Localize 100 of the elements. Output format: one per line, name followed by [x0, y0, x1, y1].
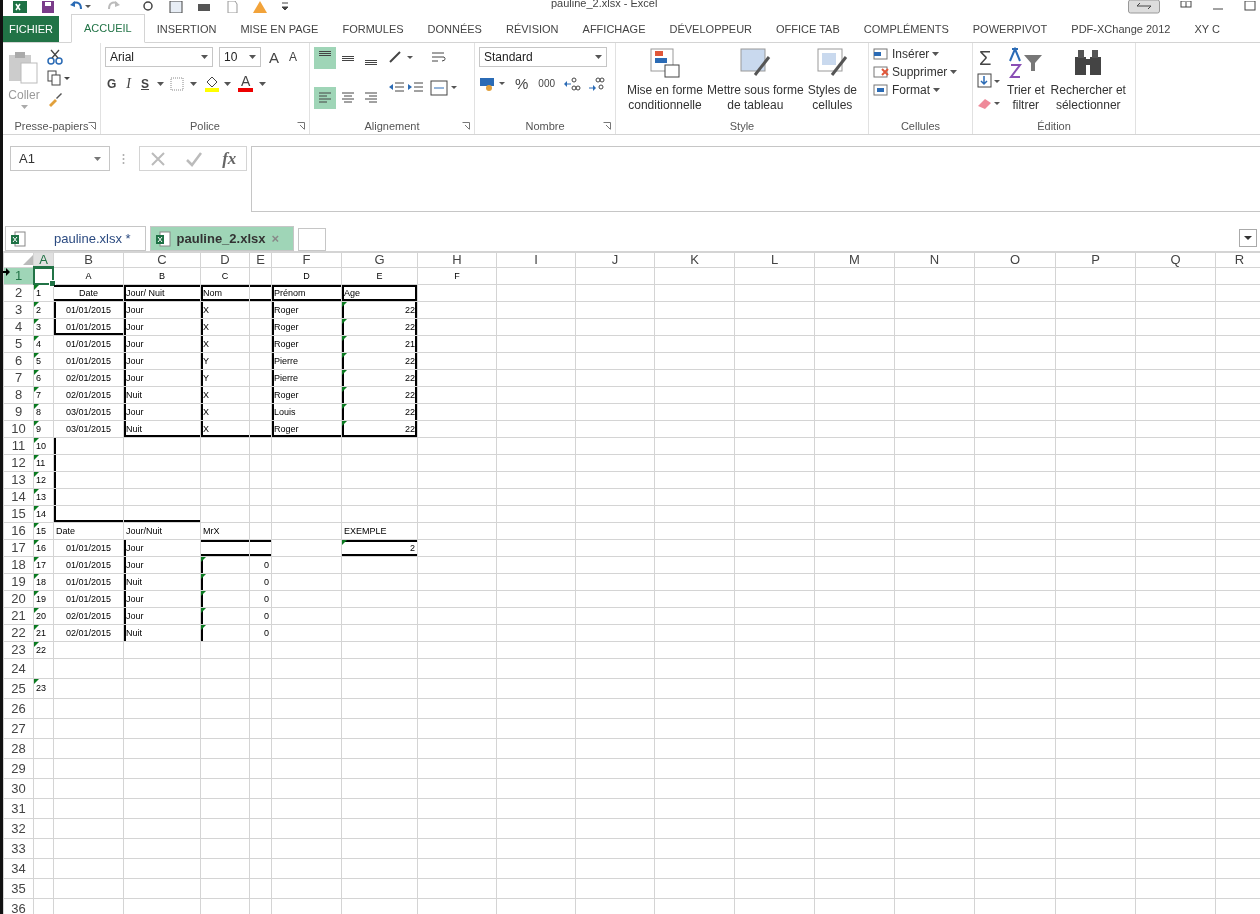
launcher-icon[interactable]: [462, 122, 470, 130]
column-header[interactable]: J: [575, 252, 655, 267]
merge-icon[interactable]: [430, 80, 458, 96]
column-header[interactable]: C: [123, 252, 201, 267]
print-icon[interactable]: [197, 1, 211, 13]
column-header[interactable]: N: [894, 252, 975, 267]
increase-decimal-icon[interactable]: [563, 75, 582, 92]
font-size-dropdown[interactable]: 10: [219, 47, 261, 67]
cell-text: Roger: [274, 321, 299, 332]
ribbon-tab[interactable]: XY C: [1182, 16, 1232, 42]
row-header[interactable]: 25: [3, 678, 34, 698]
scissors-icon[interactable]: [47, 49, 63, 65]
italic-button[interactable]: I: [124, 75, 133, 92]
caret-icon[interactable]: [259, 81, 267, 86]
percent-button[interactable]: %: [513, 75, 531, 92]
dropdown-icon[interactable]: [1239, 229, 1257, 247]
ribbon-tab[interactable]: DONNÉES: [415, 16, 494, 42]
row-header[interactable]: 24: [3, 658, 34, 678]
row-header[interactable]: 31: [3, 798, 34, 818]
column-header[interactable]: B: [53, 252, 124, 267]
font-color-button[interactable]: A: [238, 75, 254, 92]
grow-font-button[interactable]: A: [267, 48, 281, 66]
column-header[interactable]: D: [200, 252, 250, 267]
row-header[interactable]: 29: [3, 758, 34, 778]
row-header[interactable]: 34: [3, 858, 34, 878]
save-icon[interactable]: [41, 1, 55, 13]
launcher-icon[interactable]: [297, 122, 305, 130]
launcher-icon[interactable]: [603, 122, 611, 130]
ribbon-tab[interactable]: PDF-XChange 2012: [1059, 16, 1183, 42]
check-icon[interactable]: [184, 150, 203, 167]
currency-icon[interactable]: [479, 75, 507, 92]
insert-function-button[interactable]: fx: [222, 148, 237, 169]
column-header[interactable]: K: [654, 252, 735, 267]
style-button[interactable]: Styles de cellules: [807, 47, 858, 118]
excel-icon[interactable]: [13, 1, 27, 13]
formula-input[interactable]: [251, 146, 1260, 212]
cells-button[interactable]: Insérer: [873, 47, 968, 61]
preview-icon[interactable]: [141, 1, 155, 13]
row-header[interactable]: 28: [3, 738, 34, 758]
row-header[interactable]: 30: [3, 778, 34, 798]
thousands-button[interactable]: 000: [536, 78, 558, 89]
font-name-dropdown[interactable]: Arial: [105, 47, 213, 67]
number-format-dropdown[interactable]: Standard: [479, 47, 607, 67]
caret-icon[interactable]: [157, 81, 165, 86]
ribbon-tab[interactable]: DÉVELOPPEUR: [657, 16, 765, 42]
refresh-icon[interactable]: [169, 1, 183, 13]
caret-icon[interactable]: [281, 1, 289, 13]
column-header[interactable]: Q: [1135, 252, 1216, 267]
cells-button[interactable]: Supprimer: [873, 65, 968, 79]
column-header[interactable]: M: [814, 252, 895, 267]
align-right-icon: [363, 89, 379, 106]
launcher-icon[interactable]: [88, 122, 96, 130]
copy-icon[interactable]: [47, 70, 71, 86]
editing-button[interactable]: Trier et filtrer: [1007, 47, 1045, 118]
column-header[interactable]: P: [1055, 252, 1136, 267]
column-header[interactable]: G: [341, 252, 418, 267]
column-header[interactable]: O: [974, 252, 1056, 267]
workbook-tab[interactable]: pauline_2.xlsx ×: [149, 226, 295, 251]
fill-down-icon[interactable]: [977, 73, 1001, 89]
ribbon-tab[interactable]: POWERPIVOT: [960, 16, 1060, 42]
column-header[interactable]: R: [1215, 252, 1260, 267]
ribbon-tab[interactable]: FORMULES: [330, 16, 416, 42]
editing-button[interactable]: Rechercher et sélectionner: [1050, 47, 1126, 118]
ribbon-tab[interactable]: INSERTION: [144, 16, 229, 42]
cell-text: MrX: [203, 525, 220, 536]
ribbon-tab[interactable]: ACCUEIL: [71, 14, 145, 43]
ribbon-tab[interactable]: COMPLÉMENTS: [851, 16, 961, 42]
row-header[interactable]: 32: [3, 818, 34, 838]
maximize-icon[interactable]: [1244, 1, 1256, 13]
ribbon-tab[interactable]: AFFICHAGE: [570, 16, 658, 42]
row-header[interactable]: 33: [3, 838, 34, 858]
ribbon-tab[interactable]: RÉVISION: [493, 16, 571, 42]
name-box[interactable]: A1: [10, 146, 110, 171]
ribbon-tab[interactable]: MISE EN PAGE: [228, 16, 331, 42]
borders-icon[interactable]: [170, 76, 199, 91]
column-header[interactable]: A: [33, 252, 54, 267]
decrease-decimal-icon[interactable]: [587, 75, 606, 92]
ribbon-tab[interactable]: FICHIER: [3, 16, 59, 42]
bold-button[interactable]: G: [105, 76, 119, 91]
style-button[interactable]: Mettre sous forme de tableau: [707, 47, 804, 118]
ribbon-tab[interactable]: OFFICE TAB: [764, 16, 852, 42]
column-header[interactable]: H: [417, 252, 497, 267]
workbook-tab[interactable]: pauline.xlsx *: [5, 226, 146, 251]
row-header[interactable]: 26: [3, 698, 34, 718]
column-header[interactable]: F: [271, 252, 342, 267]
fill-color-icon[interactable]: [204, 75, 233, 92]
underline-button[interactable]: S: [139, 76, 152, 91]
row-header[interactable]: 35: [3, 878, 34, 898]
autosum-button[interactable]: Σ: [977, 49, 1001, 67]
row-header[interactable]: 27: [3, 718, 34, 738]
column-header[interactable]: I: [496, 252, 576, 267]
caret-icon: [950, 70, 958, 74]
cell-text: Jour: [126, 321, 144, 332]
column-header[interactable]: E: [249, 252, 272, 267]
shrink-font-button[interactable]: A: [287, 50, 300, 64]
cell-text: 01/01/2015: [65, 593, 111, 604]
cells-button[interactable]: Format: [873, 83, 968, 97]
style-button[interactable]: Mise en forme conditionnelle: [626, 47, 703, 118]
column-header[interactable]: L: [734, 252, 815, 267]
align-button[interactable]: [314, 47, 336, 69]
